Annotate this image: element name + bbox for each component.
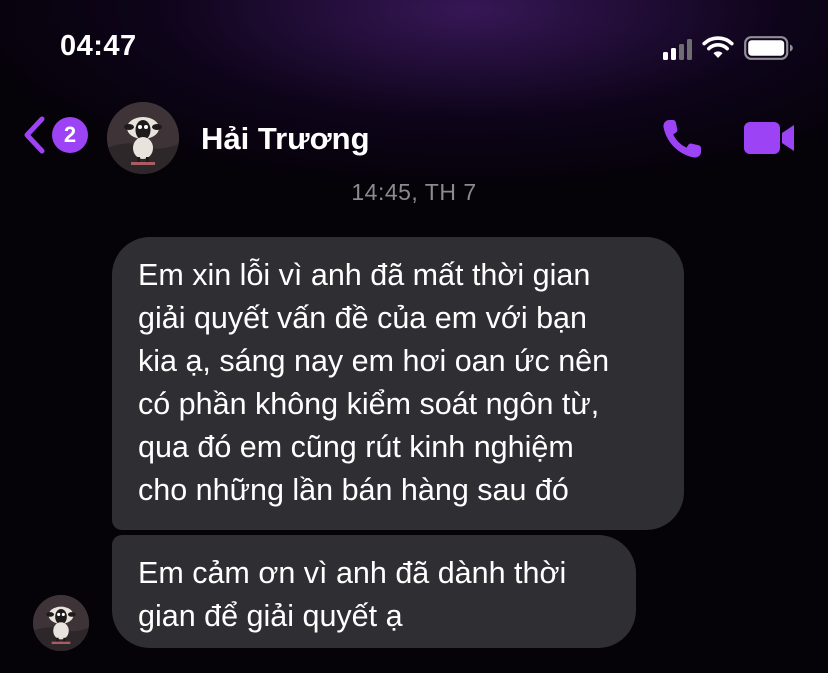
wifi-icon xyxy=(702,36,734,58)
message-line: Em cảm ơn vì anh đã dành thời xyxy=(138,556,567,590)
voice-call-button[interactable] xyxy=(660,117,706,166)
battery-icon xyxy=(744,36,793,60)
status-time: 04:47 xyxy=(60,30,137,62)
cellular-signal-icon xyxy=(663,38,692,60)
message-timestamp: 14:45, TH 7 xyxy=(351,179,477,205)
status-icons xyxy=(663,36,794,60)
message-line: cho những lần bán hàng sau đó xyxy=(138,473,569,507)
conversation-header: 2 Hải Trương xyxy=(0,95,828,175)
sender-avatar[interactable] xyxy=(33,595,89,651)
back-button[interactable]: 2 xyxy=(20,115,88,155)
message-line: có phần không kiểm soát ngôn từ, xyxy=(138,387,600,421)
phone-icon xyxy=(663,120,701,158)
unread-count-badge: 2 xyxy=(52,117,88,153)
contact-name[interactable]: Hải Trương xyxy=(201,121,370,157)
message-line: kia ạ, sáng nay em hơi oan ức nên xyxy=(138,344,610,378)
sheep-avatar-image xyxy=(107,102,179,174)
contact-avatar[interactable] xyxy=(107,102,179,174)
message-bubble[interactable]: Em xin lỗi vì anh đã mất thời gian giải … xyxy=(112,237,684,530)
video-camera-icon xyxy=(744,122,794,154)
chevron-left-icon xyxy=(24,116,45,154)
message-line: giải quyết vấn đề của em với bạn xyxy=(138,301,587,335)
video-call-button[interactable] xyxy=(742,119,798,162)
message-line: gian để giải quyết ạ xyxy=(138,599,403,633)
message-bubble[interactable]: Em cảm ơn vì anh đã dành thời gian để gi… xyxy=(112,535,636,648)
chat-screen: 04:47 2 Hải Trương 14:45, TH 7 Em xin lỗ… xyxy=(0,0,828,673)
message-line: qua đó em cũng rút kinh nghiệm xyxy=(138,430,574,464)
sheep-avatar-image xyxy=(33,595,89,651)
message-line: Em xin lỗi vì anh đã mất thời gian xyxy=(138,258,591,292)
